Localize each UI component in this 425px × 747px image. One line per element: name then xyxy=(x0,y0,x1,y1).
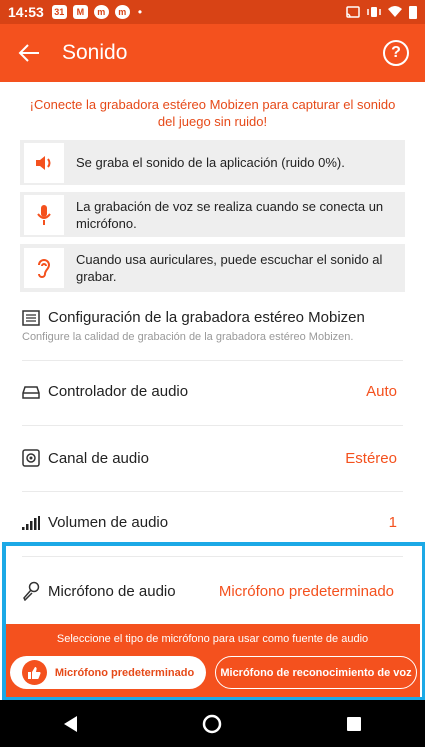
divider xyxy=(22,360,403,361)
vibrate-icon xyxy=(367,7,381,17)
divider xyxy=(22,491,403,492)
default-microphone-label: Micrófono predeterminado xyxy=(54,666,195,679)
audio-driver-label: Controlador de audio xyxy=(48,383,189,400)
divider xyxy=(22,556,403,557)
audio-microphone-label: Micrófono de audio xyxy=(48,582,176,600)
wifi-icon xyxy=(388,6,402,17)
mobizen-icon: m xyxy=(114,5,130,19)
info-card-voice: La grabación de voz se realiza cuando se… xyxy=(20,192,405,237)
gmail-icon: M xyxy=(72,5,88,19)
help-icon[interactable]: ? xyxy=(383,40,409,66)
settings-list-icon xyxy=(22,309,40,326)
audio-channel-label: Canal de audio xyxy=(48,449,149,467)
microphone-icon xyxy=(23,581,40,601)
stereo-recorder-subtitle: Configure la calidad de grabación de la … xyxy=(22,331,354,343)
status-time: 14:53 xyxy=(8,4,44,20)
audio-driver-value: Auto xyxy=(366,383,397,400)
audio-volume-value: 1 xyxy=(388,514,397,531)
default-microphone-button[interactable]: Micrófono predeterminado xyxy=(10,656,206,689)
stereo-recorder-settings[interactable]: Configuración de la grabadora estéreo Mo… xyxy=(22,309,412,343)
voice-recognition-microphone-label: Micrófono de reconocimiento de voz xyxy=(220,666,412,679)
info-text: La grabación de voz se realiza cuando se… xyxy=(76,198,384,231)
info-text: Se graba el sonido de la aplicación (rui… xyxy=(76,155,345,170)
ear-icon xyxy=(24,248,64,288)
stereo-recorder-title: Configuración de la grabadora estéreo Mo… xyxy=(48,309,365,326)
divider xyxy=(22,425,403,426)
mobizen-icon: m xyxy=(93,5,109,19)
status-bar: 14:53 31 M m m • xyxy=(0,0,425,24)
nav-back-icon[interactable] xyxy=(51,704,91,744)
thumbs-up-icon xyxy=(21,660,47,685)
audio-volume-label: Volumen de audio xyxy=(48,514,169,531)
nav-home-icon[interactable] xyxy=(192,704,232,744)
nav-recents-icon[interactable] xyxy=(334,704,374,744)
info-card-app-sound: Se graba el sonido de la aplicación (rui… xyxy=(20,140,405,185)
cast-icon xyxy=(346,6,360,18)
audio-driver-row[interactable]: Controlador de audio Auto xyxy=(22,383,397,400)
voice-recognition-microphone-button[interactable]: Micrófono de reconocimiento de voz xyxy=(215,656,417,689)
microphone-icon xyxy=(24,194,64,235)
audio-channel-icon xyxy=(22,449,40,467)
audio-channel-value: Estéreo xyxy=(345,449,397,467)
audio-microphone-row[interactable]: Micrófono de audio Micrófono predetermin… xyxy=(22,574,394,608)
battery-icon xyxy=(409,5,417,19)
page-title: Sonido xyxy=(62,41,128,64)
connect-notice: ¡Conecte la grabadora estéreo Mobizen pa… xyxy=(29,97,396,129)
app-bar: Sonido ? xyxy=(0,24,425,82)
info-text: Cuando usa auriculares, puede escuchar e… xyxy=(76,252,383,284)
picker-hint: Seleccione el tipo de micrófono para usa… xyxy=(56,633,369,645)
dot-icon: • xyxy=(137,5,143,19)
audio-volume-row[interactable]: Volumen de audio 1 xyxy=(22,514,397,531)
audio-channel-row[interactable]: Canal de audio Estéreo xyxy=(22,449,397,467)
audio-microphone-value: Micrófono predeterminado xyxy=(218,582,394,600)
microphone-type-picker: Seleccione el tipo de micrófono para usa… xyxy=(5,624,420,697)
speaker-icon xyxy=(24,142,64,183)
navigation-bar xyxy=(0,700,425,747)
calendar-icon: 31 xyxy=(51,5,67,19)
info-card-headphones: Cuando usa auriculares, puede escuchar e… xyxy=(20,244,405,292)
audio-driver-icon xyxy=(22,385,40,399)
volume-bars-icon xyxy=(22,515,40,530)
back-arrow-icon[interactable] xyxy=(0,24,58,82)
